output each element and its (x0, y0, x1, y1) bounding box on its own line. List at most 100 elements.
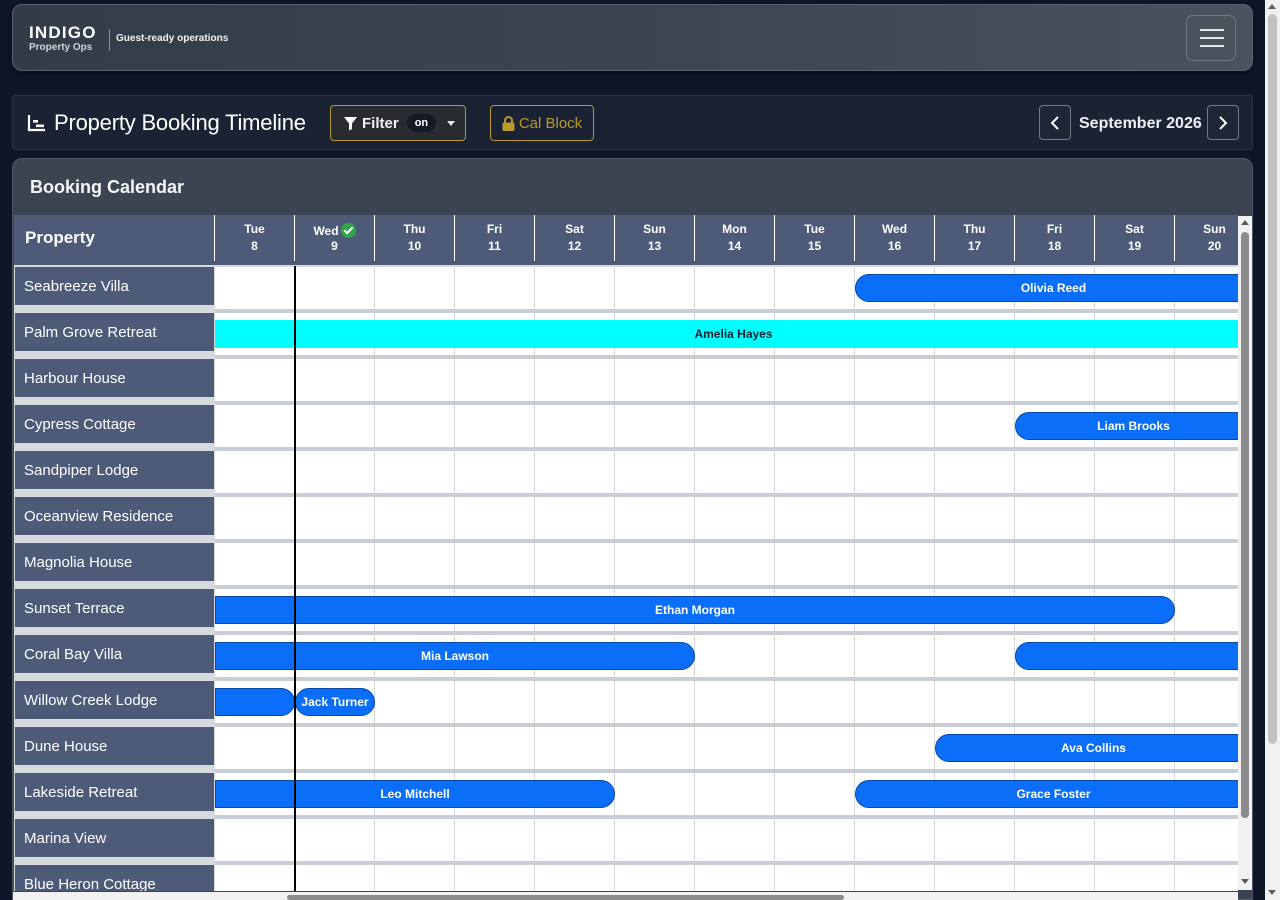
grid-horizontal-scroll-thumb[interactable] (287, 895, 844, 900)
property-name[interactable]: Harbour House (15, 359, 214, 397)
day-cell[interactable] (695, 727, 775, 769)
day-cell[interactable] (935, 451, 1015, 493)
property-name[interactable]: Magnolia House (15, 543, 214, 581)
day-cell[interactable] (775, 773, 855, 815)
day-cell[interactable] (1095, 359, 1175, 401)
day-cell[interactable] (935, 865, 1015, 891)
day-cell[interactable] (695, 773, 775, 815)
day-cell[interactable] (615, 497, 695, 539)
day-cell[interactable] (535, 681, 615, 723)
day-cell[interactable] (535, 819, 615, 861)
day-cell[interactable] (535, 727, 615, 769)
day-cell[interactable] (855, 681, 935, 723)
day-cell[interactable] (455, 865, 535, 891)
day-cell[interactable] (1015, 451, 1095, 493)
property-row-cells[interactable] (215, 865, 1238, 891)
day-cell[interactable] (535, 497, 615, 539)
next-month-button[interactable] (1207, 105, 1239, 140)
booking-bar[interactable]: Olivia Reed (855, 274, 1238, 302)
day-cell[interactable] (215, 819, 295, 861)
day-cell[interactable] (775, 819, 855, 861)
day-cell[interactable] (695, 267, 775, 309)
day-cell[interactable] (775, 405, 855, 447)
day-cell[interactable] (935, 497, 1015, 539)
property-name[interactable]: Sandpiper Lodge (15, 451, 214, 489)
day-cell[interactable] (855, 405, 935, 447)
day-cell[interactable] (455, 267, 535, 309)
day-cell[interactable] (455, 819, 535, 861)
day-cell[interactable] (775, 451, 855, 493)
day-cell[interactable] (295, 405, 375, 447)
day-cell[interactable] (855, 819, 935, 861)
property-row-cells[interactable]: Mia Lawson (215, 635, 1238, 677)
day-cell[interactable] (695, 543, 775, 585)
day-cell[interactable] (295, 451, 375, 493)
booking-grid[interactable]: Property Tue 8 Wed 9 Thu 10 Fri 11 Sat 12 Sun 13 Mon… (14, 215, 1238, 891)
day-cell[interactable] (1015, 819, 1095, 861)
booking-bar[interactable]: Jack Turner (295, 688, 375, 716)
day-cell[interactable] (695, 405, 775, 447)
day-header[interactable]: Wed 9 (295, 215, 375, 261)
day-header[interactable]: Tue 8 (215, 215, 295, 261)
day-cell[interactable] (1095, 819, 1175, 861)
day-cell[interactable] (535, 405, 615, 447)
day-cell[interactable] (455, 405, 535, 447)
day-cell[interactable] (1175, 359, 1238, 401)
day-cell[interactable] (1175, 589, 1238, 631)
day-cell[interactable] (375, 543, 455, 585)
property-row-cells[interactable] (215, 497, 1238, 539)
day-cell[interactable] (1095, 681, 1175, 723)
day-header[interactable]: Mon 14 (695, 215, 775, 261)
day-cell[interactable] (375, 359, 455, 401)
day-cell[interactable] (455, 681, 535, 723)
day-cell[interactable] (1015, 865, 1095, 891)
scroll-up-icon[interactable] (1241, 220, 1249, 225)
property-row-cells[interactable] (215, 359, 1238, 401)
day-cell[interactable] (855, 727, 935, 769)
booking-bar[interactable]: Liam Brooks (1015, 412, 1238, 440)
booking-bar[interactable]: Leo Mitchell (215, 780, 615, 808)
day-cell[interactable] (855, 451, 935, 493)
day-cell[interactable] (295, 267, 375, 309)
page-scroll-down-icon[interactable] (1268, 890, 1276, 895)
day-cell[interactable] (375, 405, 455, 447)
property-row-cells[interactable] (215, 819, 1238, 861)
day-cell[interactable] (295, 819, 375, 861)
day-cell[interactable] (455, 359, 535, 401)
day-cell[interactable] (535, 543, 615, 585)
property-row-cells[interactable]: Liam Brooks (215, 405, 1238, 447)
brand-logo[interactable]: INDIGO Property Ops (29, 24, 97, 53)
scroll-down-icon[interactable] (1241, 879, 1249, 884)
page-scroll-thumb[interactable] (1268, 14, 1277, 744)
grid-vertical-scroll-thumb[interactable] (1241, 232, 1249, 818)
day-cell[interactable] (215, 865, 295, 891)
day-cell[interactable] (375, 681, 455, 723)
property-row-cells[interactable] (215, 543, 1238, 585)
day-cell[interactable] (615, 267, 695, 309)
day-cell[interactable] (695, 819, 775, 861)
property-name[interactable]: Blue Heron Cottage (15, 865, 214, 891)
page-scroll-up-icon[interactable] (1268, 4, 1276, 9)
day-cell[interactable] (535, 451, 615, 493)
day-cell[interactable] (295, 497, 375, 539)
property-name[interactable]: Marina View (15, 819, 214, 857)
day-cell[interactable] (215, 267, 295, 309)
day-cell[interactable] (695, 865, 775, 891)
day-cell[interactable] (935, 819, 1015, 861)
day-cell[interactable] (455, 497, 535, 539)
day-cell[interactable] (295, 727, 375, 769)
day-cell[interactable] (1175, 681, 1238, 723)
day-cell[interactable] (1015, 681, 1095, 723)
day-cell[interactable] (1095, 451, 1175, 493)
day-cell[interactable] (455, 543, 535, 585)
property-name[interactable]: Lakeside Retreat (15, 773, 214, 811)
day-header[interactable]: Thu 17 (935, 215, 1015, 261)
day-cell[interactable] (775, 681, 855, 723)
day-cell[interactable] (1175, 497, 1238, 539)
day-cell[interactable] (935, 635, 1015, 677)
day-cell[interactable] (535, 267, 615, 309)
booking-bar[interactable] (1015, 642, 1238, 670)
day-cell[interactable] (695, 681, 775, 723)
day-cell[interactable] (215, 727, 295, 769)
day-cell[interactable] (1175, 819, 1238, 861)
